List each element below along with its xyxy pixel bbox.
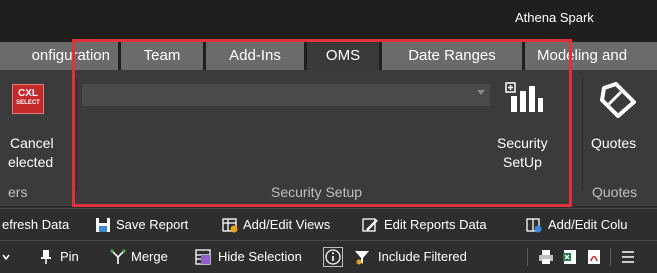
tab-date-ranges[interactable]: Date Ranges xyxy=(382,42,522,70)
security-combo[interactable] xyxy=(82,84,490,106)
merge-icon[interactable] xyxy=(110,249,126,265)
chevron-down-icon[interactable] xyxy=(477,90,485,95)
cancel-select-icon[interactable]: CXL SELECT xyxy=(12,84,44,114)
add-edit-views-icon[interactable] xyxy=(222,217,238,233)
pin-icon[interactable] xyxy=(38,249,54,265)
app-title: Athena Spark xyxy=(515,10,594,25)
excel-export-icon[interactable] xyxy=(562,249,578,265)
add-edit-columns-button[interactable]: Add/Edit Colu xyxy=(548,209,628,241)
cancel-selected-label-1[interactable]: Cancel xyxy=(10,134,54,152)
security-setup-button-line1[interactable]: Security xyxy=(497,134,548,152)
tab-modeling[interactable]: Modeling and xyxy=(525,42,657,70)
print-icon[interactable] xyxy=(538,249,554,265)
security-setup-button-line2[interactable]: SetUp xyxy=(503,153,542,171)
tab-add-ins[interactable]: Add-Ins xyxy=(206,42,304,70)
hide-selection-icon[interactable] xyxy=(195,249,211,265)
quotes-tag-icon[interactable] xyxy=(596,82,636,118)
chevron-down-icon[interactable] xyxy=(2,249,10,265)
quotes-button[interactable]: Quotes xyxy=(591,134,636,152)
hide-selection-button[interactable]: Hide Selection xyxy=(218,241,302,273)
cxl-icon-subtext: SELECT xyxy=(16,100,40,106)
edit-reports-data-button[interactable]: Edit Reports Data xyxy=(384,209,487,241)
cancel-selected-label-2[interactable]: elected xyxy=(8,153,53,171)
save-report-button[interactable]: Save Report xyxy=(116,209,188,241)
orders-group-label: ers xyxy=(8,184,28,200)
refresh-data-button[interactable]: efresh Data xyxy=(2,209,69,241)
toolbar-separator xyxy=(610,248,611,266)
include-filtered-button[interactable]: Include Filtered xyxy=(378,241,467,273)
cxl-icon-text: CXL xyxy=(18,88,38,99)
group-divider xyxy=(582,78,583,190)
edit-reports-data-icon[interactable] xyxy=(362,217,378,233)
info-icon[interactable] xyxy=(323,247,343,267)
quotes-group-label: Quotes xyxy=(592,184,638,200)
toolbar-grid: Pin Merge Hide Selection Include Filtere… xyxy=(0,240,657,273)
toolbar-reports: efresh Data Save Report Add/Edit Views E… xyxy=(0,208,657,241)
include-filtered-icon[interactable] xyxy=(354,249,370,265)
merge-button[interactable]: Merge xyxy=(131,241,168,273)
security-setup-group-label: Security Setup xyxy=(271,184,363,200)
security-setup-icon[interactable] xyxy=(505,82,545,114)
tab-team[interactable]: Team xyxy=(121,42,203,70)
save-icon[interactable] xyxy=(95,217,111,233)
tab-configuration[interactable]: onfiguration xyxy=(0,42,118,70)
toolbar-separator xyxy=(527,248,528,266)
tab-oms[interactable]: OMS xyxy=(307,42,379,70)
title-bar: Athena Spark xyxy=(0,0,657,36)
list-icon[interactable] xyxy=(620,249,636,265)
group-divider xyxy=(76,78,77,190)
add-edit-columns-icon[interactable] xyxy=(526,217,542,233)
ribbon-tabs: onfiguration Team Add-Ins OMS Date Range… xyxy=(0,36,657,70)
add-edit-views-button[interactable]: Add/Edit Views xyxy=(243,209,330,241)
pdf-export-icon[interactable] xyxy=(586,249,602,265)
pin-button[interactable]: Pin xyxy=(60,241,79,273)
